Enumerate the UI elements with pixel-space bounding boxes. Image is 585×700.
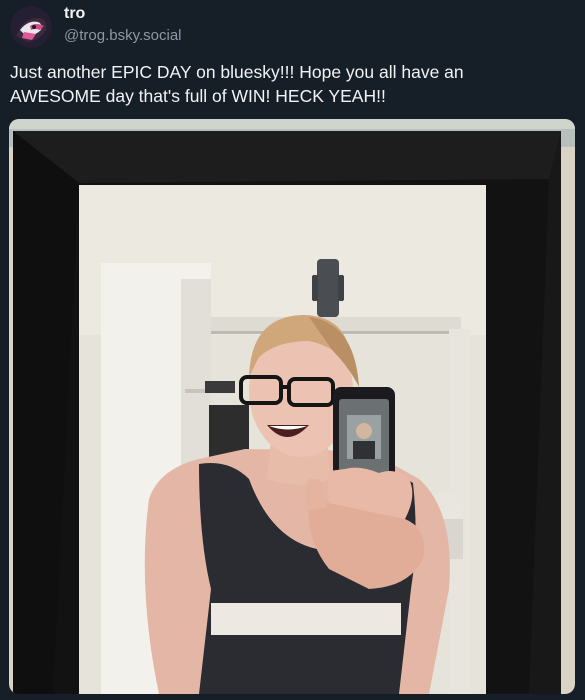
photo-mirror-selfie-image-icon	[9, 119, 575, 694]
author-display-name[interactable]: tro	[64, 5, 85, 23]
post-text-line: Just another EPIC DAY on bluesky!!! Hope…	[10, 62, 464, 82]
author-avatar[interactable]	[10, 6, 52, 48]
avatar-image-icon	[10, 6, 52, 48]
post-text: Just another EPIC DAY on bluesky!!! Hope…	[10, 60, 570, 108]
post-text-line: AWESOME day that's full of WIN! HECK YEA…	[10, 86, 386, 106]
post-image[interactable]	[9, 119, 575, 694]
post-card: tro @trog.bsky.social Just another EPIC …	[0, 0, 585, 700]
author-handle[interactable]: @trog.bsky.social	[64, 27, 182, 44]
